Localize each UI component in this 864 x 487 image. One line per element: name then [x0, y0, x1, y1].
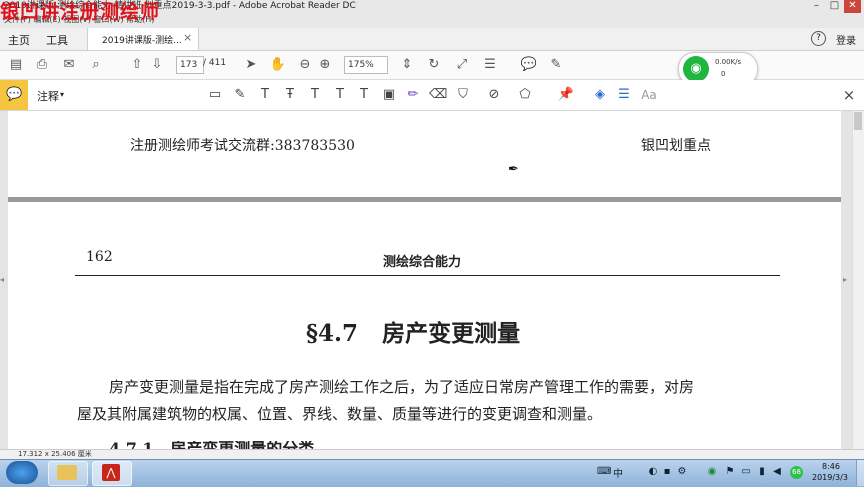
tray-wifi-icon[interactable]: ◉ [706, 466, 718, 478]
keyboard-icon[interactable]: ⌨ [597, 466, 611, 478]
page-dimensions: 17.312 x 25.406 厘米 [18, 450, 92, 458]
line-weight-icon[interactable]: ☰ [615, 86, 633, 104]
folder-icon [57, 465, 77, 480]
page-header-left: 注册测绘师考试交流群:383783530 [130, 138, 355, 154]
flag-icon[interactable]: ⚑ [724, 466, 736, 478]
tray-settings-icon[interactable]: ⚙ [676, 466, 688, 478]
page-number: 162 [86, 249, 113, 265]
text-box-icon[interactable]: ▣ [380, 86, 398, 104]
download-speed: 0 [721, 70, 726, 78]
scrollbar-thumb[interactable] [854, 112, 862, 130]
shapes-icon[interactable]: ⬠ [516, 86, 534, 104]
battery-icon[interactable]: ▭ [740, 466, 752, 478]
fill-color-icon[interactable]: ◈ [591, 86, 609, 104]
annotation-dropdown[interactable]: 注释 [37, 88, 59, 104]
show-desktop-button[interactable] [856, 460, 864, 486]
subsection-title: 4.7.1 房产变更测量的分类 [109, 441, 314, 449]
tray-app-icon[interactable]: ◐ [647, 466, 659, 478]
fit-page-icon[interactable]: ⇕ [398, 56, 416, 74]
pdf-page-previous [8, 111, 841, 199]
close-toolbar-icon[interactable]: × [840, 86, 858, 104]
tab-home[interactable]: 主页 [8, 32, 30, 48]
email-icon[interactable]: ✉ [60, 56, 78, 74]
minimize-button[interactable]: – [808, 0, 825, 13]
tab-tools[interactable]: 工具 [46, 32, 68, 48]
acrobat-icon: ⋀ [102, 464, 120, 481]
clock-time[interactable]: 8:46 [822, 462, 840, 471]
signal-icon[interactable]: ▮ [756, 466, 768, 478]
tray-network-icon[interactable]: ▪ [661, 466, 673, 478]
start-button[interactable] [6, 461, 38, 484]
save-icon[interactable]: ▤ [7, 56, 25, 74]
eraser-icon[interactable]: ⌫ [429, 86, 447, 104]
prev-page-icon[interactable]: ⇧ [128, 56, 146, 74]
wifi-icon: ◉ [683, 56, 709, 82]
select-cursor-icon[interactable]: ➤ [242, 56, 260, 74]
login-link[interactable]: 登录 [836, 32, 856, 47]
section-title: §4.7 房产变更测量 [306, 320, 521, 347]
rotate-icon[interactable]: ↻ [425, 56, 443, 74]
help-icon[interactable]: ? [811, 31, 826, 46]
tray-badge[interactable]: 68 [790, 466, 803, 479]
comment-icon[interactable]: 💬 [520, 56, 538, 74]
chevron-down-icon: ▾ [60, 90, 65, 99]
paragraph-line-2: 屋及其附属建筑物的权属、位置、界线、数量、质量等进行的变更调查和测量。 [77, 405, 603, 423]
left-nav-arrow-icon[interactable]: ◂ [0, 275, 4, 284]
paragraph-line-1: 房产变更测量是指在完成了房产测绘工作之后，为了适应日常房产管理工作的需要，对房 [109, 378, 695, 396]
sticky-note-icon[interactable]: ▭ [206, 86, 224, 104]
add-text-icon[interactable]: T [355, 86, 373, 104]
attach-icon[interactable]: ⊘ [485, 86, 503, 104]
print-icon[interactable]: ⎙ [33, 56, 51, 74]
hand-tool-icon[interactable]: ✋ [269, 56, 287, 74]
highlight-pen-icon[interactable]: ✎ [547, 56, 565, 74]
page-header-right: 银凹划重点 [641, 138, 711, 154]
tab-document-label: 2019讲课版-测绘... [102, 36, 182, 46]
watermark: 银凹讲注册测绘师 [0, 1, 161, 23]
scroll-mode-icon[interactable]: ☰ [481, 56, 499, 74]
pencil-icon[interactable]: ✏ [404, 86, 422, 104]
speech-bubble-icon: 💬 [6, 87, 23, 102]
upload-speed: 0.00K/s [715, 58, 742, 66]
page-total: / 411 [203, 58, 227, 68]
maximize-button[interactable]: □ [826, 0, 843, 13]
font-icon[interactable]: Aa [640, 86, 658, 104]
insert-text-icon[interactable]: T [331, 86, 349, 104]
ime-indicator[interactable]: 中 [613, 465, 623, 480]
running-title: 测绘综合能力 [383, 255, 462, 270]
volume-icon[interactable]: ◀ [771, 466, 783, 478]
close-tab-icon[interactable]: × [183, 31, 192, 44]
clock-date[interactable]: 2019/3/3 [812, 473, 848, 482]
close-window-button[interactable]: ✕ [844, 0, 861, 13]
zoom-select[interactable]: 175% [344, 56, 388, 74]
highlight-icon[interactable]: ✎ [231, 86, 249, 104]
zoom-out-icon[interactable]: ⊖ [296, 56, 314, 74]
zoom-in-icon[interactable]: ⊕ [316, 56, 334, 74]
underline-text-icon[interactable]: T [256, 86, 274, 104]
strikethrough-icon[interactable]: Ŧ [281, 86, 299, 104]
next-page-icon[interactable]: ⇩ [148, 56, 166, 74]
pin-icon[interactable]: 📌 [557, 86, 575, 104]
pen-cursor-icon: ✒ [508, 162, 519, 177]
vertical-scrollbar[interactable] [852, 111, 864, 449]
replace-text-icon[interactable]: T [306, 86, 324, 104]
stamp-icon[interactable]: ⛉ [454, 86, 472, 104]
header-rule [75, 275, 780, 276]
full-screen-icon[interactable]: ⤢ [453, 56, 471, 74]
right-nav-arrow-icon[interactable]: ▸ [843, 275, 847, 284]
search-icon[interactable]: ⌕ [87, 56, 105, 74]
page-number-input[interactable]: 173 [176, 56, 204, 74]
